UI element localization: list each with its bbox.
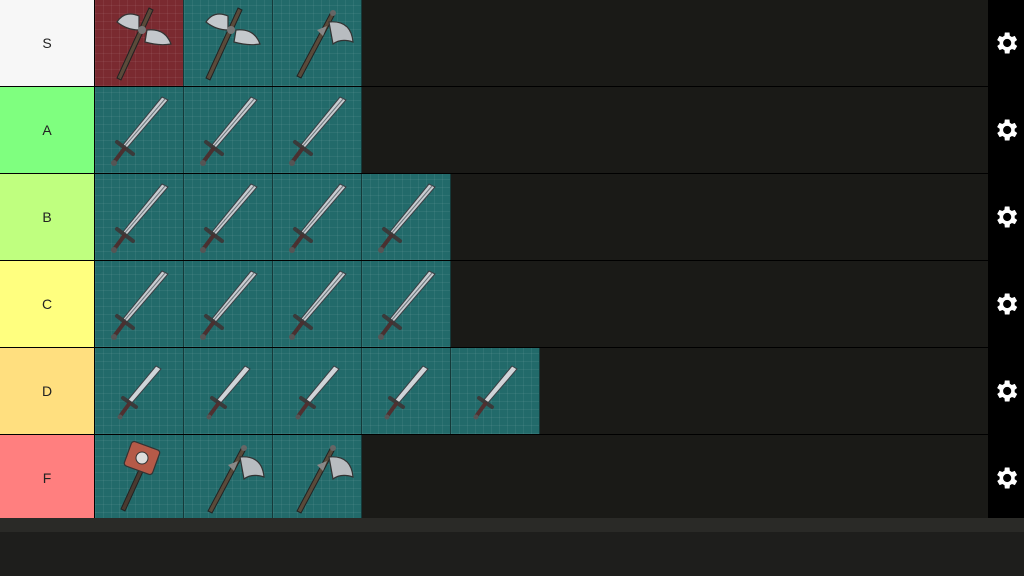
sword-icon bbox=[273, 87, 361, 173]
tier-items-dropzone[interactable] bbox=[95, 348, 988, 434]
tier-list: SABCDF bbox=[0, 0, 1024, 521]
tier-item-axe-double-steel[interactable] bbox=[184, 0, 273, 86]
tier-row-b: B bbox=[0, 174, 1024, 260]
gear-icon bbox=[992, 377, 1020, 405]
row-settings-button[interactable] bbox=[988, 261, 1024, 347]
sword-icon bbox=[273, 261, 361, 347]
sword-icon bbox=[95, 174, 183, 260]
tier-item-sword-gold-hilt[interactable] bbox=[273, 261, 362, 347]
tier-item-sword-rapier[interactable] bbox=[184, 261, 273, 347]
gear-icon bbox=[992, 116, 1020, 144]
tier-item-sword-long-dark[interactable] bbox=[184, 87, 273, 173]
row-settings-button[interactable] bbox=[988, 174, 1024, 260]
tier-label[interactable]: C bbox=[0, 261, 95, 347]
axe2-icon bbox=[184, 0, 272, 86]
tier-item-axe-single-dark[interactable] bbox=[273, 0, 362, 86]
gear-icon bbox=[992, 203, 1020, 231]
gear-icon bbox=[992, 29, 1020, 57]
tier-item-sword-red-hilt[interactable] bbox=[95, 174, 184, 260]
tier-item-axe-double-red[interactable] bbox=[95, 0, 184, 86]
tier-items-dropzone[interactable] bbox=[95, 174, 988, 260]
tier-row-f: F bbox=[0, 435, 1024, 521]
tier-row-c: C bbox=[0, 261, 1024, 347]
dagger-icon bbox=[95, 348, 183, 434]
tier-item-dagger-pink[interactable] bbox=[95, 348, 184, 434]
row-settings-button[interactable] bbox=[988, 435, 1024, 521]
tier-item-sword-dark-broad[interactable] bbox=[362, 174, 451, 260]
row-settings-button[interactable] bbox=[988, 87, 1024, 173]
sword-icon bbox=[184, 87, 272, 173]
tier-label[interactable]: B bbox=[0, 174, 95, 260]
tier-item-axe-green-broad[interactable] bbox=[273, 435, 362, 521]
tier-item-sword-spiked-gold[interactable] bbox=[184, 174, 273, 260]
unranked-tray[interactable] bbox=[0, 518, 1024, 576]
sword-icon bbox=[95, 87, 183, 173]
tier-item-sword-blue-blade[interactable] bbox=[273, 174, 362, 260]
gear-icon bbox=[992, 290, 1020, 318]
tier-items-dropzone[interactable] bbox=[95, 0, 988, 86]
gear-icon bbox=[992, 464, 1020, 492]
dagger-icon bbox=[362, 348, 450, 434]
tier-label[interactable]: F bbox=[0, 435, 95, 521]
tier-label[interactable]: D bbox=[0, 348, 95, 434]
tier-label[interactable]: S bbox=[0, 0, 95, 86]
tier-item-dagger-silver[interactable] bbox=[184, 348, 273, 434]
tier-row-d: D bbox=[0, 348, 1024, 434]
dagger-icon bbox=[273, 348, 361, 434]
sword-icon bbox=[362, 261, 450, 347]
tier-item-sword-long-steel[interactable] bbox=[95, 87, 184, 173]
tier-item-axe-curved[interactable] bbox=[184, 435, 273, 521]
sword-icon bbox=[184, 174, 272, 260]
tier-items-dropzone[interactable] bbox=[95, 261, 988, 347]
tier-item-sword-thin-steel[interactable] bbox=[362, 261, 451, 347]
tier-item-sword-broad-steel[interactable] bbox=[95, 261, 184, 347]
tier-row-s: S bbox=[0, 0, 1024, 86]
sword-icon bbox=[95, 261, 183, 347]
axe1-icon bbox=[273, 0, 361, 86]
tier-item-hammer-copper[interactable] bbox=[95, 435, 184, 521]
sword-icon bbox=[184, 261, 272, 347]
dagger-icon bbox=[184, 348, 272, 434]
tier-items-dropzone[interactable] bbox=[95, 435, 988, 521]
tier-row-a: A bbox=[0, 87, 1024, 173]
tier-label[interactable]: A bbox=[0, 87, 95, 173]
tier-item-sword-short-red[interactable] bbox=[273, 348, 362, 434]
hammer-icon bbox=[95, 435, 183, 521]
row-settings-button[interactable] bbox=[988, 0, 1024, 86]
sword-icon bbox=[362, 174, 450, 260]
tier-items-dropzone[interactable] bbox=[95, 87, 988, 173]
tier-item-sword-gold-guard[interactable] bbox=[362, 348, 451, 434]
axe1-icon bbox=[184, 435, 272, 521]
tier-item-sword-serrated-dark[interactable] bbox=[273, 87, 362, 173]
tier-item-dagger-plain[interactable] bbox=[451, 348, 540, 434]
row-settings-button[interactable] bbox=[988, 348, 1024, 434]
axe2-icon bbox=[95, 0, 183, 86]
dagger-icon bbox=[451, 348, 539, 434]
sword-icon bbox=[273, 174, 361, 260]
axe1-icon bbox=[273, 435, 361, 521]
